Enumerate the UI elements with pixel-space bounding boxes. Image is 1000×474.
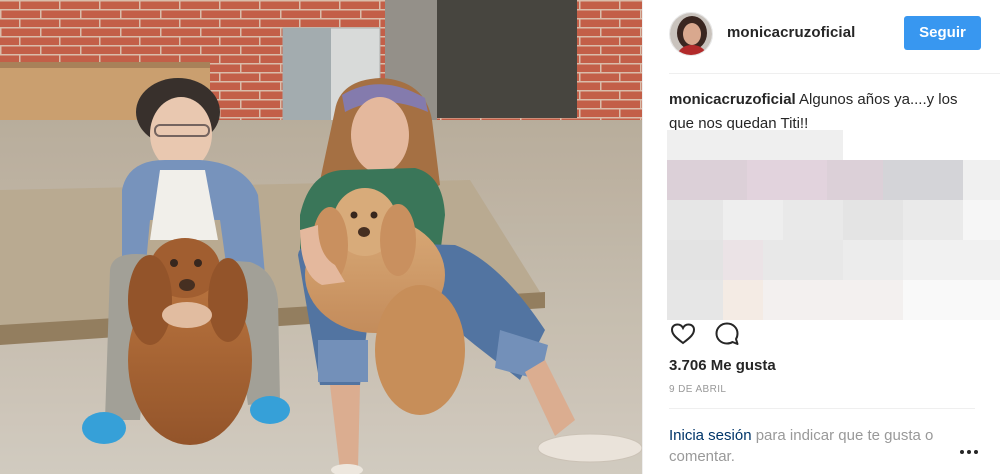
post-image <box>0 0 642 474</box>
post-sidebar: monicacruzoficial Seguir monicacruzofici… <box>642 0 1000 474</box>
more-options-icon[interactable] <box>959 444 979 454</box>
like-count[interactable]: 3.706 Me gusta <box>669 357 776 374</box>
post-header: monicacruzoficial Seguir <box>669 0 1000 74</box>
post-caption: monicacruzoficial Algunos años ya....y l… <box>669 88 969 136</box>
heart-icon[interactable] <box>669 320 697 348</box>
post-photo[interactable] <box>0 0 642 474</box>
follow-button[interactable]: Seguir <box>904 16 981 50</box>
caption-username-link[interactable]: monicacruzoficial <box>669 91 796 108</box>
avatar[interactable] <box>669 12 713 56</box>
post-date[interactable]: 9 DE ABRIL <box>669 384 726 395</box>
avatar-image <box>670 13 712 55</box>
login-prompt: Inicia sesión para indicar que te gusta … <box>669 408 975 467</box>
comment-icon[interactable] <box>713 320 741 348</box>
post-actions <box>669 320 979 350</box>
username-link[interactable]: monicacruzoficial <box>727 24 855 41</box>
login-link[interactable]: Inicia sesión <box>669 427 752 444</box>
blurred-comments <box>667 130 1000 322</box>
